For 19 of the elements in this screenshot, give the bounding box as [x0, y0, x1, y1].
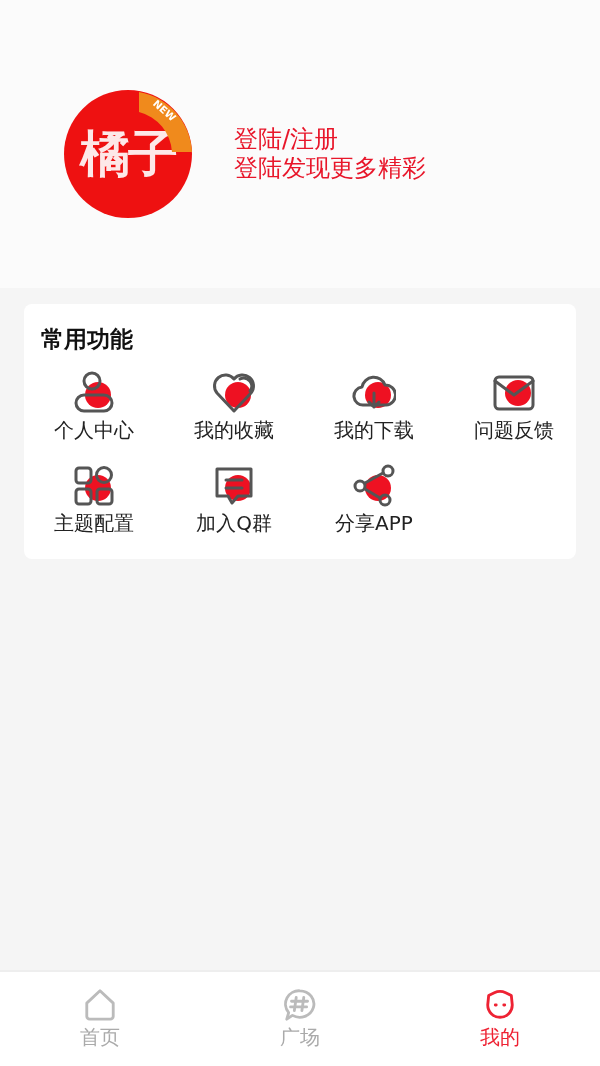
section-title: 常用功能: [40, 325, 134, 354]
function-item[interactable]: 分享APP: [304, 464, 444, 537]
tab[interactable]: 我的: [400, 972, 600, 1066]
login-subtitle: 登陆发现更多精彩: [234, 154, 426, 183]
grid-icon: [72, 464, 116, 508]
logo-text: 橘子: [80, 123, 176, 185]
home-icon: [83, 988, 117, 1022]
person-icon: [72, 371, 116, 415]
share-icon: [352, 464, 396, 508]
hash-bubble-icon: [283, 988, 317, 1022]
function-item[interactable]: 问题反馈: [444, 371, 584, 444]
function-item[interactable]: 我的下载: [304, 371, 444, 444]
function-item[interactable]: 个人中心: [24, 371, 164, 444]
heart-icon: [212, 371, 256, 415]
function-item[interactable]: 主题配置: [24, 464, 164, 537]
login-link[interactable]: 登陆/注册: [234, 125, 426, 154]
smiley-icon: [483, 988, 517, 1022]
function-item[interactable]: 我的收藏: [164, 371, 304, 444]
function-item[interactable]: 加入Q群: [164, 464, 304, 537]
